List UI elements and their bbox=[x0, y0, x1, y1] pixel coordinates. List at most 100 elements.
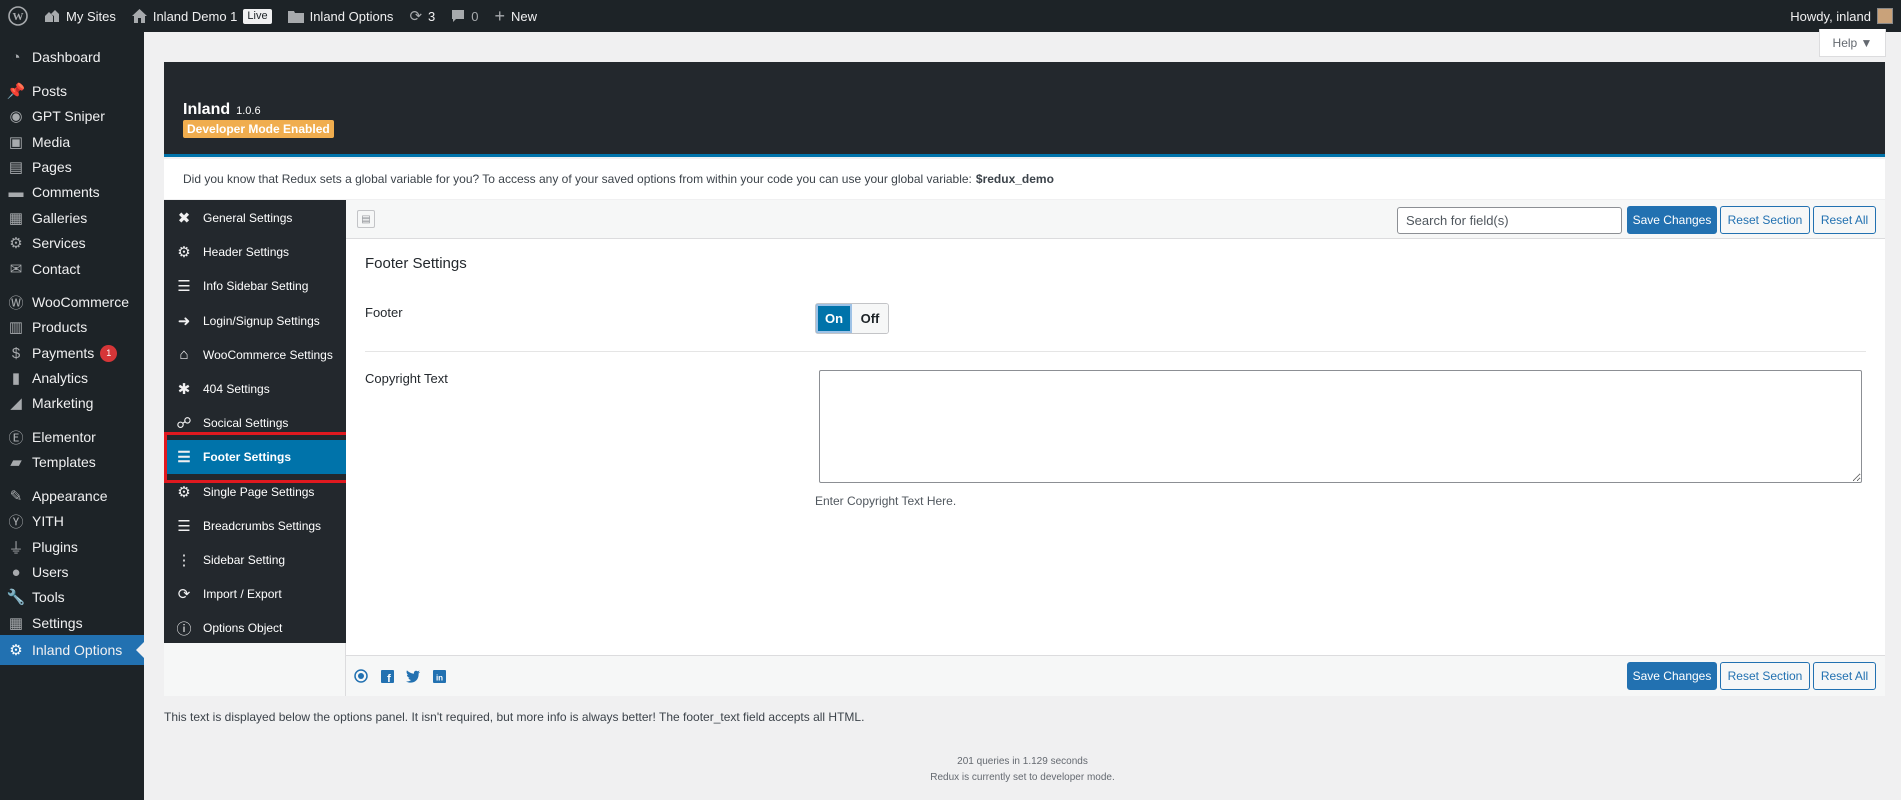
theme-title: Inland 1.0.6 bbox=[183, 101, 261, 119]
plugins-icon: ⏚ bbox=[8, 539, 24, 557]
menu-item-media[interactable]: ▣ Media bbox=[0, 129, 144, 155]
menu-item-marketing[interactable]: ◢ Marketing bbox=[0, 390, 144, 416]
redux-logo-icon[interactable] bbox=[354, 669, 368, 683]
footer-switch[interactable]: On Off bbox=[815, 303, 889, 334]
gear-icon: ⚙ bbox=[9, 642, 23, 659]
menu-item-gpt-sniper[interactable]: ◉ GPT Sniper bbox=[0, 103, 144, 129]
menu-item-label: Pages bbox=[32, 159, 72, 175]
reset-all-button[interactable]: Reset All bbox=[1813, 206, 1876, 234]
nav-item-label: Login/Signup Settings bbox=[203, 313, 320, 328]
nav-item-breadcrumbs-settings[interactable]: ☰ Breadcrumbs Settings bbox=[164, 509, 346, 543]
updates-icon: ⟳ bbox=[409, 8, 423, 25]
svg-text:f: f bbox=[387, 673, 391, 683]
my-account-link[interactable]: Howdy, inland bbox=[1782, 0, 1901, 32]
menu-item-label: Media bbox=[32, 134, 71, 150]
nav-item-404-settings[interactable]: ✱ 404 Settings bbox=[164, 372, 346, 406]
menu-item-label: Templates bbox=[32, 454, 96, 470]
menu-item-comments[interactable]: ▬ Comments bbox=[0, 179, 144, 205]
nav-item-info-sidebar-setting[interactable]: ☰ Info Sidebar Setting bbox=[164, 269, 346, 303]
bug-icon: ✱ bbox=[177, 381, 191, 398]
menu-item-appearance[interactable]: ✎ Appearance bbox=[0, 483, 144, 509]
my-sites-link[interactable]: My Sites bbox=[36, 0, 124, 32]
menu-item-dashboard[interactable]: ◔ Dashboard bbox=[0, 44, 144, 70]
nav-item-label: Options Object bbox=[203, 621, 283, 636]
menu-item-yith[interactable]: Ⓨ YITH bbox=[0, 508, 144, 534]
menu-item-elementor[interactable]: Ⓔ Elementor bbox=[0, 424, 144, 450]
menu-item-label: Payments bbox=[32, 345, 95, 361]
updates-link[interactable]: ⟳ 3 bbox=[401, 0, 443, 32]
theme-name: Inland bbox=[183, 101, 231, 118]
updates-count: 3 bbox=[428, 8, 436, 24]
menu-item-contact[interactable]: ✉ Contact bbox=[0, 256, 144, 282]
nav-item-options-object[interactable]: ⓘ Options Object bbox=[164, 611, 346, 645]
brush-icon: ✎ bbox=[9, 488, 23, 505]
shop-icon: ⌂ bbox=[179, 346, 189, 364]
wrench-icon: 🔧 bbox=[6, 589, 26, 606]
inland-options-link[interactable]: Inland Options bbox=[280, 0, 402, 32]
nav-item-sidebar-setting[interactable]: ⋮ Sidebar Setting bbox=[164, 543, 346, 577]
nav-item-label: Header Settings bbox=[203, 245, 290, 260]
menu-item-plugins[interactable]: ⏚ Plugins bbox=[0, 534, 144, 560]
nav-item-label: Import / Export bbox=[203, 587, 282, 602]
nav-item-login-signup-settings[interactable]: ➜ Login/Signup Settings bbox=[164, 304, 346, 338]
facebook-icon[interactable]: f bbox=[380, 669, 394, 683]
menu-item-label: Services bbox=[32, 235, 86, 251]
developer-mode-note: Redux is currently set to developer mode… bbox=[930, 772, 1115, 783]
menu-item-inland-options[interactable]: ⚙ Inland Options bbox=[0, 635, 144, 665]
help-button[interactable]: Help ▼ bbox=[1819, 29, 1886, 57]
menu-item-payments[interactable]: $ Payments 1 bbox=[0, 340, 144, 366]
nav-item-woocommerce-settings[interactable]: ⌂ WooCommerce Settings bbox=[164, 338, 346, 372]
cog-icon: ⚙ bbox=[177, 483, 191, 501]
nav-item-label: Socical Settings bbox=[203, 416, 289, 431]
site-name-link[interactable]: Inland Demo 1 Live bbox=[124, 0, 280, 32]
plus-icon: + bbox=[494, 5, 505, 26]
sign-in-icon: ➜ bbox=[177, 312, 191, 330]
field-search-input[interactable] bbox=[1397, 207, 1622, 234]
info-icon: ⓘ bbox=[176, 620, 192, 638]
switch-off-button[interactable]: Off bbox=[852, 304, 888, 333]
menu-item-tools[interactable]: 🔧 Tools bbox=[0, 584, 144, 610]
menu-item-label: Dashboard bbox=[32, 49, 101, 65]
below-panel-text: This text is displayed below the options… bbox=[164, 710, 865, 724]
menu-item-woocommerce[interactable]: Ⓦ WooCommerce bbox=[0, 289, 144, 315]
menu-item-pages[interactable]: ▤ Pages bbox=[0, 154, 144, 180]
menu-item-settings[interactable]: ▦ Settings bbox=[0, 610, 144, 636]
footer-reset-all-button[interactable]: Reset All bbox=[1813, 662, 1876, 690]
menu-item-services[interactable]: ⚙ Services bbox=[0, 230, 144, 256]
reset-section-button[interactable]: Reset Section bbox=[1720, 206, 1810, 234]
expand-icon: ▤ bbox=[361, 213, 371, 225]
nav-item-general-settings[interactable]: ✖ General Settings bbox=[164, 201, 346, 235]
linkedin-icon[interactable]: in bbox=[432, 669, 446, 683]
menu-item-label: Analytics bbox=[32, 370, 89, 386]
menu-item-posts[interactable]: 📌 Posts bbox=[0, 78, 144, 104]
nav-item-label: Sidebar Setting bbox=[203, 553, 286, 567]
switch-on-button[interactable]: On bbox=[816, 304, 852, 333]
menu-item-users[interactable]: ● Users bbox=[0, 559, 144, 585]
nav-item-import-export[interactable]: ⟳ Import / Export bbox=[164, 577, 346, 611]
redux-header: Inland 1.0.6 Developer Mode Enabled bbox=[164, 62, 1885, 157]
save-changes-button[interactable]: Save Changes bbox=[1627, 206, 1717, 234]
menu-item-analytics[interactable]: ▮ Analytics bbox=[0, 365, 144, 391]
expand-options-button[interactable]: ▤ bbox=[357, 210, 375, 228]
comments-link[interactable]: 0 bbox=[443, 0, 486, 32]
footer-save-changes-button[interactable]: Save Changes bbox=[1627, 662, 1717, 690]
footer-reset-section-button[interactable]: Reset Section bbox=[1720, 662, 1810, 690]
products-icon: ▥ bbox=[8, 319, 24, 336]
copyright-textarea[interactable] bbox=[819, 370, 1862, 483]
menu-item-label: YITH bbox=[32, 513, 64, 529]
media-icon: ▣ bbox=[8, 134, 24, 151]
new-content-link[interactable]: + New bbox=[486, 0, 545, 32]
svg-text:in: in bbox=[435, 673, 442, 682]
menu-item-products[interactable]: ▥ Products bbox=[0, 314, 144, 340]
menu-item-label: Contact bbox=[32, 261, 81, 277]
settings-icon: ▦ bbox=[8, 615, 24, 632]
menu-item-galleries[interactable]: ▦ Galleries bbox=[0, 205, 144, 231]
nav-item-header-settings[interactable]: ⚙ Header Settings bbox=[164, 235, 346, 269]
twitter-icon[interactable] bbox=[406, 669, 420, 683]
menu-item-templates[interactable]: ▰ Templates bbox=[0, 449, 144, 475]
section-title: Footer Settings bbox=[365, 255, 467, 272]
nav-item-label: WooCommerce Settings bbox=[203, 347, 333, 362]
wordpress-logo-icon[interactable]: W bbox=[0, 0, 36, 32]
admin-menu: ◔ Dashboard 📌 Posts ◉ GPT Sniper ▣ Media ▤ Pages ▬… bbox=[0, 32, 144, 800]
mail-icon: ✉ bbox=[9, 261, 23, 278]
